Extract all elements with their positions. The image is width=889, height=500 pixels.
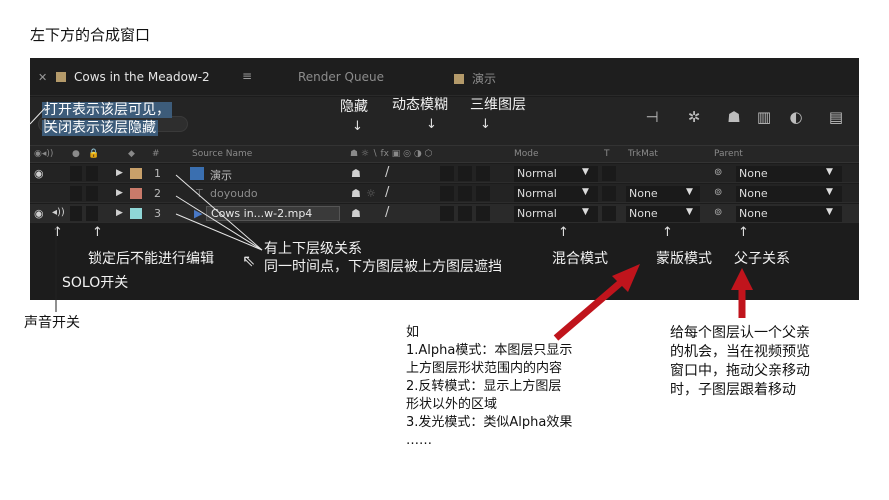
red-arrowhead-parent: [731, 268, 753, 290]
mask-note-line: 1.Alpha模式：本图层只显示: [406, 343, 573, 358]
mask-note: 如 1.Alpha模式：本图层只显示 上方图层形状范围内的内容 2.反转模式：显…: [406, 324, 572, 450]
pointer-line: [175, 195, 263, 251]
pointer-line: [175, 174, 263, 251]
mask-note-line: ……: [406, 433, 432, 448]
pointer-line: [29, 107, 46, 125]
annotation-audio: 声音开关: [24, 315, 80, 331]
parent-note-line: 给每个图层认一个父亲: [670, 325, 810, 341]
mask-note-line: 形状以外的区域: [406, 397, 498, 412]
parent-note: 给每个图层认一个父亲 的机会，当在视频预览 窗口中，拖动父亲移动 时，子图层跟着…: [670, 324, 810, 400]
mask-note-line: 3.发光模式：类似Alpha效果: [406, 415, 573, 430]
mask-note-line: 上方图层形状范围内的内容: [406, 361, 563, 376]
parent-note-line: 时，子图层跟着移动: [670, 382, 796, 398]
mask-note-line: 2.反转模式：显示上方图层: [406, 379, 562, 394]
pointer-line: [175, 213, 263, 251]
mask-note-line: 如: [406, 325, 420, 340]
parent-note-line: 窗口中，拖动父亲移动: [670, 363, 810, 379]
parent-note-line: 的机会，当在视频预览: [670, 344, 810, 360]
